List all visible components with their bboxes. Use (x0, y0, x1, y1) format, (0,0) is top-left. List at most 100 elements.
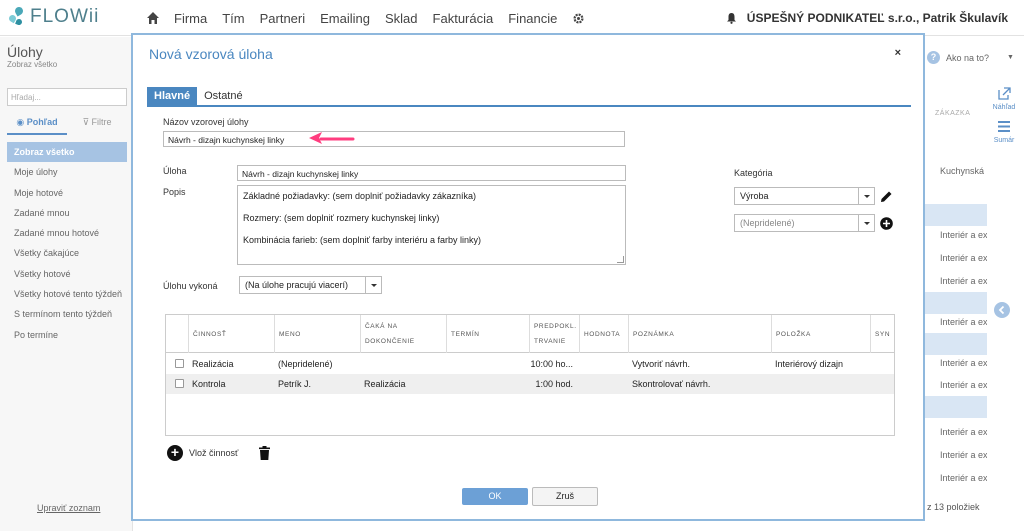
sidebar-item-due-this-week[interactable]: S termínom tento týždeň (7, 304, 127, 324)
assignee-label: Úlohu vykoná (163, 281, 218, 291)
sidebar-list: Zobraz všetko Moje úlohy Moje hotové Zad… (7, 142, 127, 345)
sidebar-item-all-done-this-week[interactable]: Všetky hotové tento týždeň (7, 284, 127, 304)
close-icon[interactable]: × (895, 47, 901, 59)
column-header-predpokl-trvanie[interactable]: PREDPOKL. TRVANIE (529, 315, 579, 353)
list-item[interactable]: Interiér a ex (922, 444, 987, 466)
tab-ostatne[interactable]: Ostatné (197, 87, 250, 105)
assignee-select[interactable]: (Na úlohe pracujú viacerí) (239, 276, 382, 294)
category-select[interactable]: Výroba (734, 187, 875, 205)
column-header-cinnost[interactable]: ČINNOSŤ (188, 315, 274, 353)
flowii-logo[interactable]: FLOWii (7, 5, 100, 28)
column-header-polozka[interactable]: POLOŽKA (771, 315, 870, 353)
list-item[interactable]: Interiér a ex (922, 374, 987, 396)
row-checkbox[interactable] (175, 379, 184, 388)
nav-tim[interactable]: Tím (222, 11, 244, 26)
new-template-task-dialog: Nová vzorová úloha × Hlavné Ostatné Názo… (131, 33, 925, 521)
add-circle-icon[interactable] (880, 217, 893, 230)
sidebar-item-all-done[interactable]: Všetky hotové (7, 264, 127, 284)
sidebar-item-assigned-by-me[interactable]: Zadané mnou (7, 203, 127, 223)
list-item[interactable]: Interiér a ex (922, 224, 987, 246)
right-panel: ? Ako na to? ▼ Náhľad Sumár ZÁKAZKA Kuch… (917, 37, 1024, 531)
nav-firma[interactable]: Firma (174, 11, 207, 26)
row-checkbox[interactable] (175, 359, 184, 368)
tab-filter[interactable]: ⊽ Filtre (67, 117, 127, 135)
template-name-label: Názov vzorovej úlohy (163, 117, 249, 127)
question-icon: ? (927, 51, 940, 64)
items-count: z 13 položiek (927, 502, 980, 512)
preview-button[interactable]: Náhľad (989, 87, 1019, 111)
external-link-icon (998, 87, 1011, 100)
nav-partneri[interactable]: Partneri (260, 11, 306, 26)
nav-fakturacia[interactable]: Fakturácia (433, 11, 494, 26)
cell-activity: Kontrola (192, 379, 226, 389)
tasks-sidebar: Úlohy Zobraz všetko Hľadaj... ◉ Pohľad ⊽… (0, 37, 133, 531)
column-header-caka-na-dokoncenie[interactable]: ČAKÁ NA DOKONČENIE (360, 315, 446, 353)
home-icon[interactable] (146, 11, 160, 25)
cell-value (579, 374, 628, 394)
tab-view[interactable]: ◉ Pohľad (7, 117, 67, 135)
category-secondary-value: (Nepridelené) (740, 218, 795, 228)
cell-item (771, 374, 870, 394)
edit-list-link[interactable]: Upraviť zoznam (37, 503, 100, 513)
list-item[interactable]: Interiér a ex (922, 421, 987, 443)
list-item[interactable]: Interiér a ex (922, 467, 987, 489)
cell-value (579, 354, 628, 374)
nav-financie[interactable]: Financie (508, 11, 557, 26)
activities-table: ČINNOSŤ MENO ČAKÁ NA DOKONČENIE TERMÍN P… (165, 314, 895, 436)
help-dropdown[interactable]: ? Ako na to? ▼ (927, 51, 1014, 64)
pencil-icon[interactable] (880, 190, 893, 203)
summary-button[interactable]: Sumár (989, 120, 1019, 144)
plus-circle-icon: + (167, 445, 183, 461)
dialog-title: Nová vzorová úloha (149, 46, 273, 62)
column-header-syn[interactable]: SYN (870, 315, 894, 353)
table-row[interactable]: Realizácia (Nepridelené) 10:00 ho... Vyt… (166, 354, 894, 374)
column-header-meno[interactable]: MENO (274, 315, 360, 353)
task-input[interactable]: Návrh - dizajn kuchynskej linky (237, 165, 626, 181)
preview-label: Náhľad (992, 104, 1016, 111)
logo-text: FLOWii (30, 6, 100, 27)
group-row (922, 204, 987, 226)
tab-hlavne[interactable]: Hlavné (147, 87, 198, 105)
sidebar-item-assigned-by-me-done[interactable]: Zadané mnou hotové (7, 223, 127, 243)
cell-activity: Realizácia (192, 359, 234, 369)
description-textarea[interactable]: Základné požiadavky: (sem doplniť požiad… (237, 185, 626, 265)
sidebar-item-all-waiting[interactable]: Všetky čakajúce (7, 243, 127, 263)
summary-label: Sumár (993, 137, 1015, 144)
cancel-button[interactable]: Zruš (532, 487, 598, 506)
list-item[interactable]: Interiér a ex (922, 311, 987, 333)
trash-icon[interactable] (259, 446, 270, 460)
category-secondary-select[interactable]: (Nepridelené) (734, 214, 875, 232)
chevron-down-icon (858, 188, 874, 204)
cell-waits: Realizácia (364, 379, 406, 389)
list-item[interactable]: Interiér a ex (922, 352, 987, 374)
chevron-down-icon (365, 277, 381, 293)
ok-button[interactable]: OK (462, 488, 528, 505)
column-header-zakazka[interactable]: ZÁKAZKA (935, 110, 970, 117)
list-item[interactable]: Kuchynská (922, 160, 987, 182)
bell-icon[interactable] (726, 12, 737, 24)
cell-duration: 1:00 hod. (535, 379, 573, 389)
sidebar-search-input[interactable]: Hľadaj... (7, 88, 127, 106)
sidebar-item-my-done[interactable]: Moje hotové (7, 183, 127, 203)
chevron-left-icon[interactable] (994, 302, 1010, 318)
column-header-hodnota[interactable]: HODNOTA (579, 315, 628, 353)
list-item[interactable]: Interiér a ex (922, 247, 987, 269)
sidebar-title: Úlohy (7, 44, 43, 60)
table-row[interactable]: Kontrola Petrík J. Realizácia 1:00 hod. … (166, 374, 894, 394)
nav-sklad[interactable]: Sklad (385, 11, 418, 26)
cell-note: Vytvoriť návrh. (632, 359, 691, 369)
sidebar-item-show-all[interactable]: Zobraz všetko (7, 142, 127, 163)
nav-emailing[interactable]: Emailing (320, 11, 370, 26)
resize-handle[interactable] (617, 256, 624, 263)
category-label: Kategória (734, 168, 773, 178)
sidebar-item-overdue[interactable]: Po termíne (7, 325, 127, 345)
company-user[interactable]: ÚSPEŠNÝ PODNIKATEĽ s.r.o., Patrik Škulav… (726, 11, 1008, 25)
chevron-down-icon (858, 215, 874, 231)
add-activity-button[interactable]: + Vlož činnosť (167, 445, 238, 461)
column-header-termin[interactable]: TERMÍN (446, 315, 529, 353)
sidebar-item-my-tasks[interactable]: Moje úlohy (7, 162, 127, 182)
gear-icon[interactable] (572, 12, 585, 25)
list-item[interactable]: Interiér a ex (922, 270, 987, 292)
template-name-input[interactable]: Návrh - dizajn kuchynskej linky (163, 131, 625, 147)
column-header-poznamka[interactable]: POZNÁMKA (628, 315, 771, 353)
